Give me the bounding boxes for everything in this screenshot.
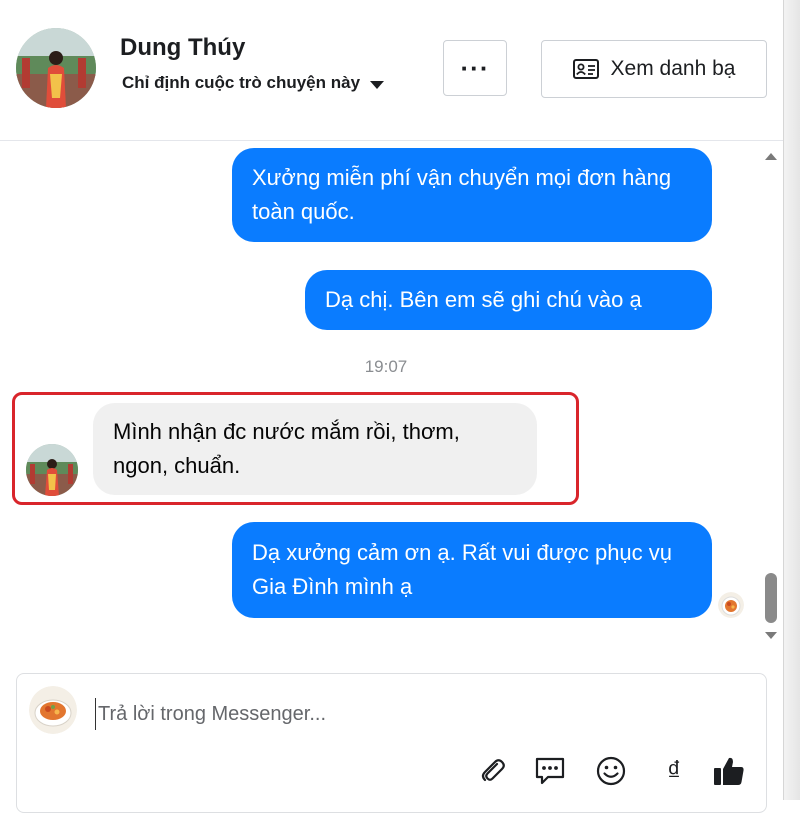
window-edge bbox=[783, 0, 800, 800]
caret-down-icon bbox=[370, 80, 385, 89]
attach-icon bbox=[478, 756, 508, 786]
message-outgoing[interactable]: Xưởng miễn phí vận chuyển mọi đơn hàng t… bbox=[232, 148, 712, 242]
more-options-button[interactable]: ··· bbox=[443, 40, 507, 96]
seen-indicator-avatar bbox=[718, 592, 744, 618]
assign-conversation-label: Chỉ định cuộc trò chuyện này bbox=[122, 73, 361, 92]
like-button[interactable] bbox=[710, 752, 748, 790]
sender-avatar[interactable] bbox=[26, 444, 78, 496]
message-timestamp: 19:07 bbox=[364, 357, 408, 376]
saved-reply-icon bbox=[534, 756, 566, 786]
thread-scrollbar[interactable] bbox=[760, 141, 782, 651]
reply-composer bbox=[16, 673, 767, 813]
reply-input[interactable] bbox=[95, 698, 738, 730]
view-contacts-label: Xem danh bạ bbox=[610, 57, 736, 80]
scroll-thumb[interactable] bbox=[765, 573, 777, 623]
contact-name[interactable]: Dung Thúy bbox=[120, 34, 245, 62]
message-incoming[interactable]: Mình nhận đc nước mắm rồi, thơm, ngon, c… bbox=[93, 403, 537, 495]
payment-button[interactable]: ₫ bbox=[655, 752, 693, 790]
emoji-icon bbox=[595, 755, 627, 787]
view-contacts-button[interactable]: Xem danh bạ bbox=[541, 40, 767, 98]
page-avatar bbox=[29, 686, 77, 734]
message-outgoing[interactable]: Dạ chị. Bên em sẽ ghi chú vào ạ bbox=[305, 270, 712, 330]
assign-conversation-dropdown[interactable]: Chỉ định cuộc trò chuyện này bbox=[122, 72, 385, 94]
conversation-header: Dung Thúy Chỉ định cuộc trò chuyện này ·… bbox=[0, 0, 783, 141]
currency-icon: ₫ bbox=[666, 755, 682, 786]
scroll-up-icon[interactable] bbox=[765, 153, 777, 160]
saved-replies-button[interactable] bbox=[531, 752, 569, 790]
contact-avatar[interactable] bbox=[16, 28, 96, 108]
like-icon bbox=[712, 755, 746, 787]
more-icon: ··· bbox=[460, 53, 490, 83]
contact-card-icon bbox=[572, 59, 599, 79]
attach-button[interactable] bbox=[474, 752, 512, 790]
message-outgoing[interactable]: Dạ xưởng cảm ơn ạ. Rất vui được phục vụ … bbox=[232, 522, 712, 618]
scroll-down-icon[interactable] bbox=[765, 632, 777, 639]
emoji-button[interactable] bbox=[592, 752, 630, 790]
